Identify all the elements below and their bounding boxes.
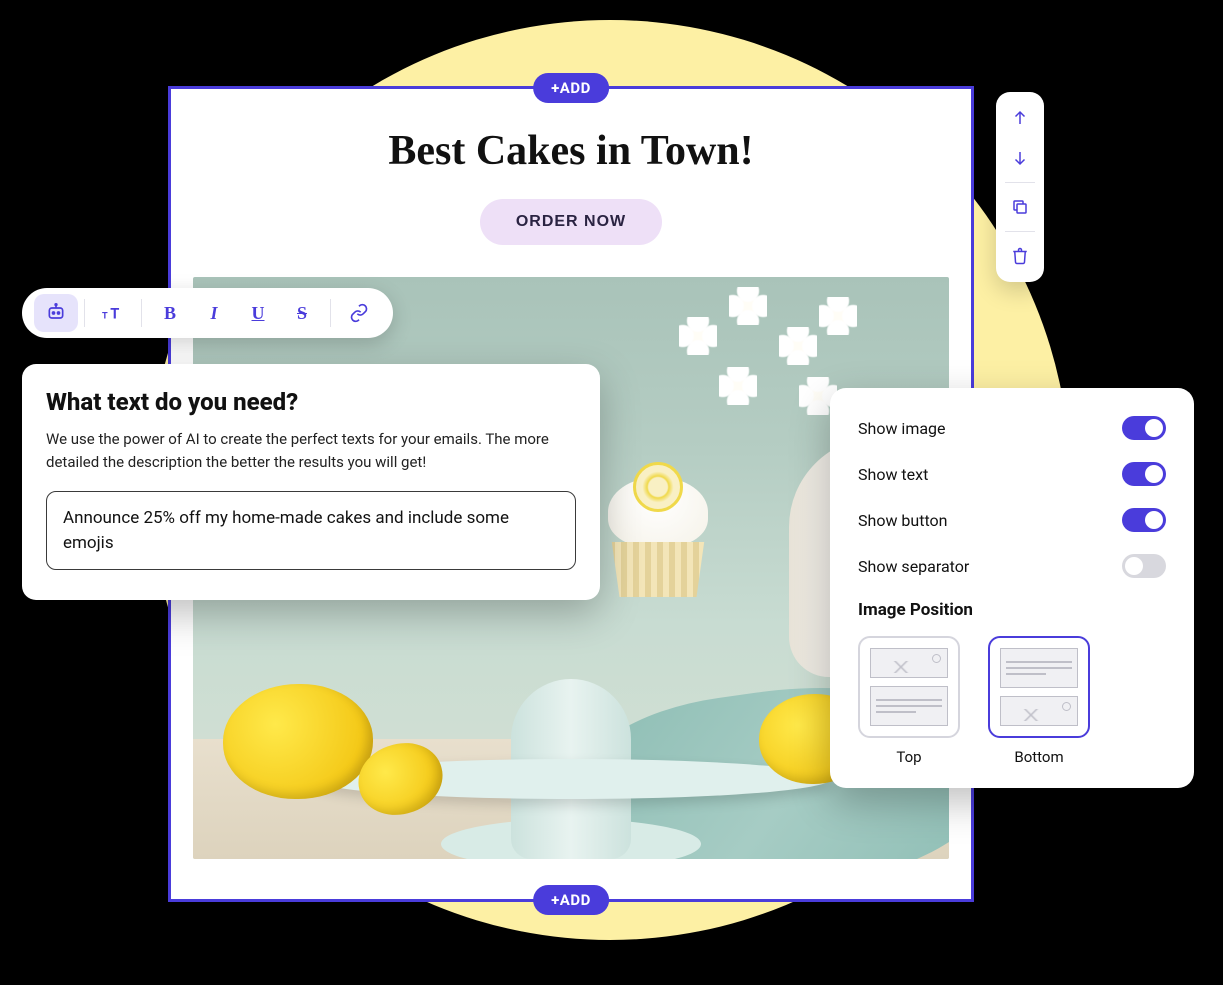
setting-show-text: Show text — [858, 462, 1166, 486]
strikethrough-button[interactable]: S — [280, 294, 324, 332]
setting-show-image: Show image — [858, 416, 1166, 440]
action-separator — [1005, 182, 1035, 183]
image-position-options: Top Bottom — [858, 636, 1166, 766]
position-image-icon — [1000, 696, 1078, 726]
add-section-bottom-button[interactable]: +ADD — [533, 885, 609, 915]
bold-button[interactable]: B — [148, 294, 192, 332]
setting-show-button: Show button — [858, 508, 1166, 532]
text-format-toolbar: TT B I U S — [22, 288, 393, 338]
block-settings-panel: Show image Show text Show button Show se… — [830, 388, 1194, 788]
setting-label: Show button — [858, 511, 948, 530]
image-cupcake — [603, 467, 713, 597]
setting-label: Show text — [858, 465, 928, 484]
position-label: Top — [858, 748, 960, 766]
add-section-top-button[interactable]: +ADD — [533, 73, 609, 103]
ai-popover-description: We use the power of AI to create the per… — [46, 428, 576, 473]
setting-label: Show image — [858, 419, 946, 438]
position-image-icon — [870, 648, 948, 678]
move-up-button[interactable] — [1000, 98, 1040, 138]
ai-text-button[interactable] — [34, 294, 78, 332]
toggle-show-separator[interactable] — [1122, 554, 1166, 578]
italic-button[interactable]: I — [192, 294, 236, 332]
position-text-icon — [870, 686, 948, 726]
toolbar-separator — [84, 299, 85, 327]
block-action-bar — [996, 92, 1044, 282]
hero-title: Best Cakes in Town! — [171, 127, 971, 175]
setting-show-separator: Show separator — [858, 554, 1166, 578]
underline-button[interactable]: U — [236, 294, 280, 332]
image-position-bottom[interactable]: Bottom — [988, 636, 1090, 766]
ai-popover-title: What text do you need? — [46, 388, 576, 416]
toolbar-separator — [141, 299, 142, 327]
image-lemon — [223, 684, 373, 799]
toggle-show-button[interactable] — [1122, 508, 1166, 532]
svg-text:T: T — [102, 312, 108, 322]
action-separator — [1005, 231, 1035, 232]
image-position-top[interactable]: Top — [858, 636, 960, 766]
svg-text:T: T — [110, 305, 119, 323]
image-position-label: Image Position — [858, 600, 1166, 620]
position-text-icon — [1000, 648, 1078, 688]
move-down-button[interactable] — [1000, 138, 1040, 178]
ai-text-popover: What text do you need? We use the power … — [22, 364, 600, 600]
text-size-button[interactable]: TT — [91, 294, 135, 332]
delete-button[interactable] — [1000, 236, 1040, 276]
toggle-show-image[interactable] — [1122, 416, 1166, 440]
link-button[interactable] — [337, 294, 381, 332]
toolbar-separator — [330, 299, 331, 327]
toggle-show-text[interactable] — [1122, 462, 1166, 486]
order-now-button[interactable]: ORDER NOW — [480, 199, 662, 245]
position-label: Bottom — [988, 748, 1090, 766]
setting-label: Show separator — [858, 557, 969, 576]
duplicate-button[interactable] — [1000, 187, 1040, 227]
ai-prompt-input[interactable] — [46, 491, 576, 570]
